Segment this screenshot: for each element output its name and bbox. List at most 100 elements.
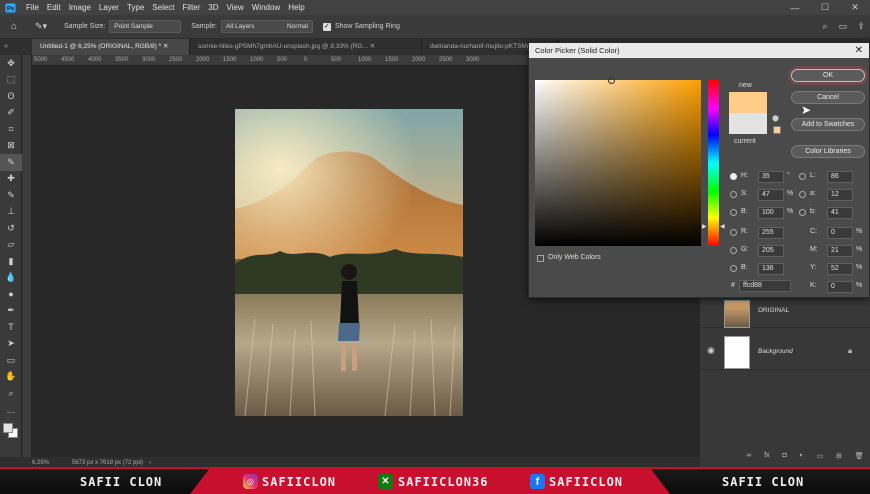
eyedropper-tool-icon[interactable]: ✎▾ bbox=[28, 21, 54, 32]
radio-b[interactable] bbox=[730, 209, 737, 216]
layer-mask-icon[interactable]: ◘ bbox=[782, 452, 786, 464]
red-input[interactable]: 255 bbox=[758, 227, 784, 239]
rectangle-tool-icon[interactable]: ▭ bbox=[0, 352, 22, 369]
lasso-tool-icon[interactable]: ʘ bbox=[0, 88, 22, 105]
dodge-tool-icon[interactable]: ● bbox=[0, 286, 22, 303]
layer-row[interactable]: ORIGINAL bbox=[700, 298, 870, 328]
status-arrow-icon[interactable]: › bbox=[149, 460, 151, 466]
black-input[interactable]: 0 bbox=[827, 281, 853, 293]
path-select-icon[interactable]: ➤ bbox=[0, 336, 22, 353]
share-icon[interactable]: ⇪ bbox=[852, 21, 870, 32]
a-input[interactable]: 12 bbox=[827, 189, 853, 201]
radio-r[interactable] bbox=[730, 229, 737, 236]
move-tool-icon[interactable]: ✥ bbox=[0, 55, 22, 72]
foreground-background-swatches[interactable] bbox=[0, 418, 22, 444]
quick-select-tool-icon[interactable]: ✐ bbox=[0, 105, 22, 122]
tab-untitled-1[interactable]: Untitled-1 @ 6,25% (ORIGINAL, RGB/8) * ✕ bbox=[32, 39, 190, 55]
menu-filter[interactable]: Filter bbox=[179, 0, 205, 15]
marquee-tool-icon[interactable]: ⬚ bbox=[0, 72, 22, 89]
history-brush-icon[interactable]: ↺ bbox=[0, 220, 22, 237]
minimize-icon[interactable]: — bbox=[780, 3, 810, 13]
radio-a[interactable] bbox=[799, 191, 806, 198]
menu-view[interactable]: View bbox=[223, 0, 248, 15]
yellow-input[interactable]: 52 bbox=[827, 263, 853, 275]
saturation-input[interactable]: 47 bbox=[758, 189, 784, 201]
tab-sonnie-hiles[interactable]: sonnie-hiles-gPSMh7gmhAU-unsplash.jpg @ … bbox=[190, 39, 422, 55]
zoom-level[interactable]: 6,25% bbox=[32, 460, 72, 466]
delete-layer-icon[interactable]: 🗑︎ bbox=[855, 452, 864, 464]
link-layers-icon[interactable]: ∞ bbox=[746, 452, 751, 464]
blur-tool-icon[interactable]: 💧 bbox=[0, 270, 22, 287]
tab-close-icon[interactable]: ✕ bbox=[370, 43, 375, 50]
foreground-color-swatch[interactable] bbox=[3, 423, 13, 433]
home-icon[interactable]: ⌂ bbox=[0, 21, 28, 32]
saturation-brightness-field[interactable] bbox=[535, 77, 701, 246]
hue-slider[interactable] bbox=[708, 80, 719, 246]
visibility-eye-icon[interactable]: ◉ bbox=[707, 345, 715, 356]
radio-s[interactable] bbox=[730, 191, 737, 198]
hue-slider-right-arrow[interactable]: ◀ bbox=[720, 223, 725, 230]
menu-layer[interactable]: Layer bbox=[95, 0, 123, 15]
menu-edit[interactable]: Edit bbox=[43, 0, 65, 15]
out-of-gamut-cube-icon[interactable]: ⬢ bbox=[772, 114, 779, 123]
eraser-tool-icon[interactable]: ▱ bbox=[0, 237, 22, 254]
tab-close-icon[interactable]: ✕ bbox=[163, 43, 168, 50]
pen-tool-icon[interactable]: ✒ bbox=[0, 303, 22, 320]
facebook-icon[interactable]: f bbox=[530, 474, 545, 489]
menu-type[interactable]: Type bbox=[123, 0, 148, 15]
more-tools-icon[interactable]: … bbox=[0, 402, 22, 419]
current-color-swatch[interactable] bbox=[729, 113, 767, 134]
workspace-icon[interactable]: ▭ bbox=[834, 21, 852, 32]
close-window-icon[interactable]: ✕ bbox=[840, 2, 870, 13]
gradient-tool-icon[interactable]: ▮ bbox=[0, 253, 22, 270]
radio-g[interactable] bbox=[730, 247, 737, 254]
zoom-tool-icon[interactable]: ⌕ bbox=[0, 385, 22, 402]
dialog-title-bar[interactable]: Color Picker (Solid Color) bbox=[529, 43, 869, 58]
photoshop-logo-icon[interactable]: Ps bbox=[4, 2, 16, 13]
lab-b-input[interactable]: 41 bbox=[827, 207, 853, 219]
blue-input[interactable]: 136 bbox=[758, 263, 784, 275]
brush-tool-icon[interactable]: ✎ bbox=[0, 187, 22, 204]
add-to-swatches-button[interactable]: Add to Swatches bbox=[791, 118, 865, 131]
new-group-icon[interactable]: ▭ bbox=[817, 452, 824, 464]
fx-icon[interactable]: fx bbox=[764, 452, 769, 464]
web-colors-checkbox[interactable] bbox=[537, 255, 544, 262]
menu-window[interactable]: Window bbox=[248, 0, 284, 15]
magenta-input[interactable]: 21 bbox=[827, 245, 853, 257]
layer-row[interactable]: ◉ Background 🔒︎ bbox=[700, 334, 870, 370]
web-safe-color-swatch[interactable] bbox=[773, 126, 781, 134]
type-tool-icon[interactable]: T bbox=[0, 319, 22, 336]
radio-l[interactable] bbox=[799, 173, 806, 180]
green-input[interactable]: 205 bbox=[758, 245, 784, 257]
hue-slider-left-arrow[interactable]: ▶ bbox=[702, 223, 707, 230]
healing-brush-icon[interactable]: ✚ bbox=[0, 171, 22, 188]
hand-tool-icon[interactable]: ✋ bbox=[0, 369, 22, 386]
radio-h[interactable] bbox=[730, 173, 737, 180]
menu-help[interactable]: Help bbox=[284, 0, 308, 15]
menu-3d[interactable]: 3D bbox=[204, 0, 222, 15]
new-layer-icon[interactable]: ⊞ bbox=[836, 452, 842, 464]
radio-lab-b[interactable] bbox=[799, 209, 806, 216]
crop-tool-icon[interactable]: ⌗ bbox=[0, 121, 22, 138]
cyan-input[interactable]: 0 bbox=[827, 227, 853, 239]
eyedropper-icon[interactable]: ✎ bbox=[0, 154, 22, 171]
sampling-ring-checkbox[interactable]: ✓ bbox=[322, 22, 331, 31]
menu-file[interactable]: File bbox=[22, 0, 43, 15]
hue-input[interactable]: 35 bbox=[758, 171, 784, 183]
clone-stamp-icon[interactable]: ⊥ bbox=[0, 204, 22, 221]
adjustment-layer-icon[interactable]: ◐ bbox=[800, 452, 804, 464]
sample-size-select[interactable]: Point Sample bbox=[109, 20, 182, 33]
search-icon[interactable]: ⌕ bbox=[816, 21, 834, 32]
instagram-icon[interactable]: ◎ bbox=[243, 474, 258, 489]
maximize-icon[interactable]: ☐ bbox=[810, 2, 840, 13]
picker-cursor[interactable] bbox=[608, 77, 615, 84]
frame-tool-icon[interactable]: ⊠ bbox=[0, 138, 22, 155]
dialog-close-icon[interactable]: ✕ bbox=[855, 43, 863, 58]
document-photo[interactable] bbox=[235, 109, 463, 416]
color-libraries-button[interactable]: Color Libraries bbox=[791, 145, 865, 158]
tab-collapse-arrows[interactable]: « bbox=[0, 39, 32, 55]
brightness-input[interactable]: 100 bbox=[758, 207, 784, 219]
hex-input[interactable]: ffcd88 bbox=[739, 280, 791, 292]
menu-select[interactable]: Select bbox=[148, 0, 178, 15]
sample-select[interactable]: All Layers Normal bbox=[220, 20, 313, 33]
